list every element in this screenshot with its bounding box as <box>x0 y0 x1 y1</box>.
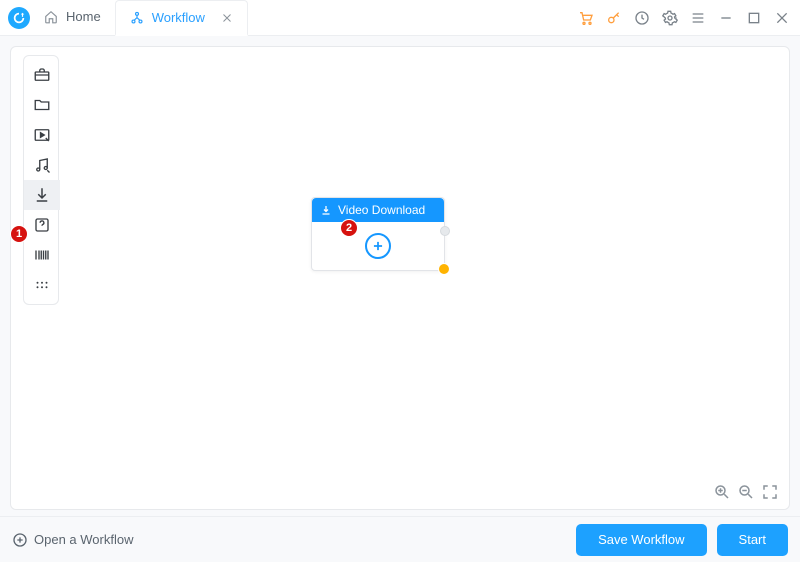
zoom-in-icon[interactable] <box>713 483 731 501</box>
node-header[interactable]: Video Download <box>312 198 444 222</box>
start-button[interactable]: Start <box>717 524 788 556</box>
tab-close-icon[interactable] <box>221 12 233 24</box>
save-workflow-button[interactable]: Save Workflow <box>576 524 706 556</box>
download-small-icon <box>320 204 332 216</box>
workspace-canvas[interactable]: 1 Video Download 2 <box>10 46 790 510</box>
toolbox-icon[interactable] <box>24 60 60 90</box>
play-icon[interactable] <box>24 120 60 150</box>
folder-icon[interactable] <box>24 90 60 120</box>
add-source-button[interactable] <box>365 233 391 259</box>
titlebar: Home Workflow <box>0 0 800 36</box>
settings-icon[interactable] <box>662 10 678 26</box>
annotation-badge-1: 1 <box>10 225 28 243</box>
help-icon[interactable] <box>24 210 60 240</box>
more-icon[interactable] <box>24 270 60 300</box>
fit-screen-icon[interactable] <box>761 483 779 501</box>
node-title: Video Download <box>338 203 425 217</box>
zoom-out-icon[interactable] <box>737 483 755 501</box>
barcode-icon[interactable] <box>24 240 60 270</box>
music-icon[interactable] <box>24 150 60 180</box>
open-workflow-button[interactable]: Open a Workflow <box>12 532 133 548</box>
node-output-port[interactable] <box>440 226 450 236</box>
tab-home-label: Home <box>66 9 101 24</box>
tab-workflow-label: Workflow <box>152 10 205 25</box>
tab-home[interactable]: Home <box>30 0 115 36</box>
titlebar-actions <box>578 10 800 26</box>
app-logo-icon <box>8 7 30 29</box>
footer: Open a Workflow Save Workflow Start <box>0 516 800 562</box>
video-download-node[interactable]: Video Download <box>311 197 445 271</box>
cart-icon[interactable] <box>578 10 594 26</box>
maximize-icon[interactable] <box>746 10 762 26</box>
open-workflow-label: Open a Workflow <box>34 532 133 547</box>
workflow-icon <box>130 11 144 25</box>
node-warning-icon <box>438 263 450 275</box>
home-icon <box>44 10 58 24</box>
node-body[interactable] <box>312 222 444 270</box>
zoom-controls <box>713 483 779 501</box>
key-icon[interactable] <box>606 10 622 26</box>
close-icon[interactable] <box>774 10 790 26</box>
annotation-badge-2: 2 <box>340 219 358 237</box>
download-icon[interactable] <box>24 180 60 210</box>
menu-icon[interactable] <box>690 10 706 26</box>
history-icon[interactable] <box>634 10 650 26</box>
minimize-icon[interactable] <box>718 10 734 26</box>
node-toolbar <box>23 55 59 305</box>
tab-workflow[interactable]: Workflow <box>115 0 248 36</box>
